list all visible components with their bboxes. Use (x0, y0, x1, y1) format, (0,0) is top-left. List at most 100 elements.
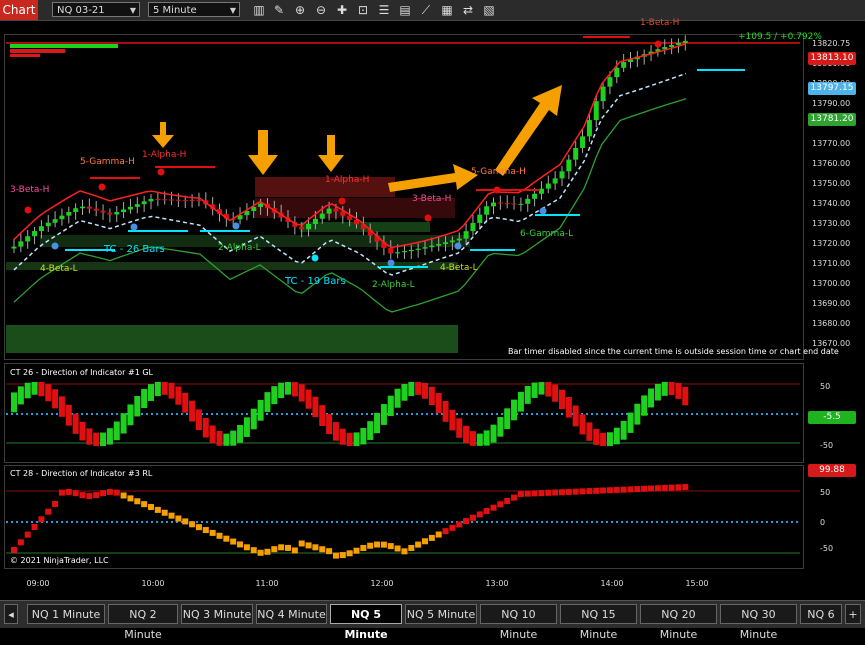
pivot-high-dot (157, 168, 165, 176)
candle-body (525, 198, 531, 204)
ind2-bar (456, 521, 463, 528)
candle-body (312, 218, 318, 224)
candle-body (155, 198, 161, 200)
chart-tab-7[interactable]: NQ 15 Minute (560, 604, 637, 641)
ind2-bar (209, 529, 216, 536)
ind2-bar (72, 490, 79, 497)
ind1-bar (552, 384, 559, 402)
ind2-bar (600, 487, 607, 494)
candle-body (586, 120, 592, 137)
time-axis-tick: 09:00 (26, 579, 49, 588)
candle-body (306, 223, 312, 230)
ind1-bar (504, 408, 511, 430)
chart-tab-9[interactable]: NQ 30 Minute (720, 604, 797, 641)
chart-tab-3[interactable]: NQ 4 Minute (256, 604, 327, 624)
ind2-bar (134, 498, 141, 505)
ind2-bar (86, 493, 93, 500)
chart-tab-0[interactable]: NQ 1 Minute (27, 604, 105, 624)
scroll-left-icon[interactable]: ◂ (4, 604, 18, 624)
add-tab-button[interactable]: + (845, 604, 861, 624)
ind1-bar (572, 405, 579, 427)
ind1-axis-tick: 50 (820, 382, 830, 391)
chart-tab-4[interactable]: NQ 5 Minute (330, 604, 402, 641)
candle-body (326, 208, 332, 214)
price-chart: 1-Beta-H 5-Gamma-H 1-Alpha-H 3-Beta-H 1-… (6, 18, 839, 356)
ind1-bar (243, 417, 250, 437)
ind1-bar (579, 414, 586, 435)
up-arrow-icon (495, 85, 562, 176)
ind2-bar (257, 549, 264, 556)
ind2-bar (593, 487, 600, 494)
candle-body (107, 212, 113, 215)
copyright: © 2021 NinjaTrader, LLC (10, 556, 109, 565)
ind2-bar (648, 485, 655, 492)
ind1-bar (374, 412, 381, 434)
candle-body (59, 215, 65, 220)
ind2-bar (559, 489, 565, 496)
ind2-bar (408, 544, 415, 551)
time-axis-tick: 13:00 (485, 579, 508, 588)
ind2-bar (195, 524, 202, 531)
candle-body (18, 241, 24, 247)
candle-body (470, 222, 476, 232)
ind2-bar (175, 515, 182, 522)
ind2-bar (463, 518, 470, 525)
ind2-bar (305, 542, 312, 549)
chart-tab-2[interactable]: NQ 3 Minute (181, 604, 253, 624)
ind2-bar (483, 508, 490, 515)
candle-body (408, 249, 414, 252)
price-axis-tick: 13720.00 (812, 239, 850, 248)
ind1-bar (11, 392, 17, 413)
ind2-bar (223, 535, 230, 542)
ind2-axis-tick: -50 (820, 544, 833, 553)
candle-body (675, 42, 681, 45)
label-tc-19: TC - 19 Bars (284, 276, 346, 287)
ind2-bar (100, 490, 107, 497)
ind2-bar (634, 486, 641, 493)
candle-body (607, 77, 613, 87)
price-axis-tick: 13750.00 (812, 179, 850, 188)
pivot-low-dot (539, 207, 547, 215)
pivot-low-dot (311, 254, 319, 262)
price-axis-tick: 13680.00 (812, 319, 850, 328)
ind1-bar (394, 388, 401, 408)
chart-tab-1[interactable]: NQ 2 Minute (108, 604, 178, 641)
ind1-bar (380, 404, 387, 425)
pivot-high-dot (654, 40, 662, 48)
ind1-bar (182, 392, 189, 413)
ind1-bar (223, 433, 230, 446)
chart-canvas: 1-Beta-H 5-Gamma-H 1-Alpha-H 3-Beta-H 1-… (6, 18, 850, 588)
chart-tab-5[interactable]: NQ 5 Minute (405, 604, 477, 624)
price-axis-tick: 13730.00 (812, 219, 850, 228)
chart-tab-6[interactable]: NQ 10 Minute (480, 604, 557, 641)
ind2-bar (469, 514, 476, 521)
ind1-bar (312, 396, 319, 418)
ind2-bar (552, 489, 559, 496)
ind2-bar (641, 485, 648, 492)
ind1-bar (326, 414, 333, 435)
chart-tab-8[interactable]: NQ 20 Minute (640, 604, 717, 641)
price-tag-green: 13781.20 (808, 113, 856, 126)
ind1-bar (476, 433, 483, 446)
ind1-bar (175, 386, 182, 405)
candle-body (162, 199, 168, 201)
ind1-bar (531, 382, 538, 398)
pivot-high-dot (98, 183, 106, 191)
ind2-bar (661, 484, 668, 491)
time-axis-tick: 11:00 (255, 579, 278, 588)
pivot-high-dot (338, 197, 346, 205)
ind1-bar (216, 430, 223, 446)
candle-body (614, 67, 620, 78)
ind1-bar (24, 382, 31, 399)
chart-tab-10[interactable]: NQ 6 (800, 604, 842, 624)
ind1-bar (113, 421, 120, 441)
ind1-bar (517, 391, 524, 412)
ind1-bar (627, 412, 634, 433)
price-axis-tick: 13790.00 (812, 99, 850, 108)
candle-body (429, 245, 435, 248)
ind1-bar (422, 382, 428, 399)
label-alpha-l-2: 2-Alpha-L (372, 280, 415, 290)
ind2-bar (11, 547, 17, 553)
ind1-bar (52, 389, 59, 409)
ind2-bar (654, 485, 661, 492)
